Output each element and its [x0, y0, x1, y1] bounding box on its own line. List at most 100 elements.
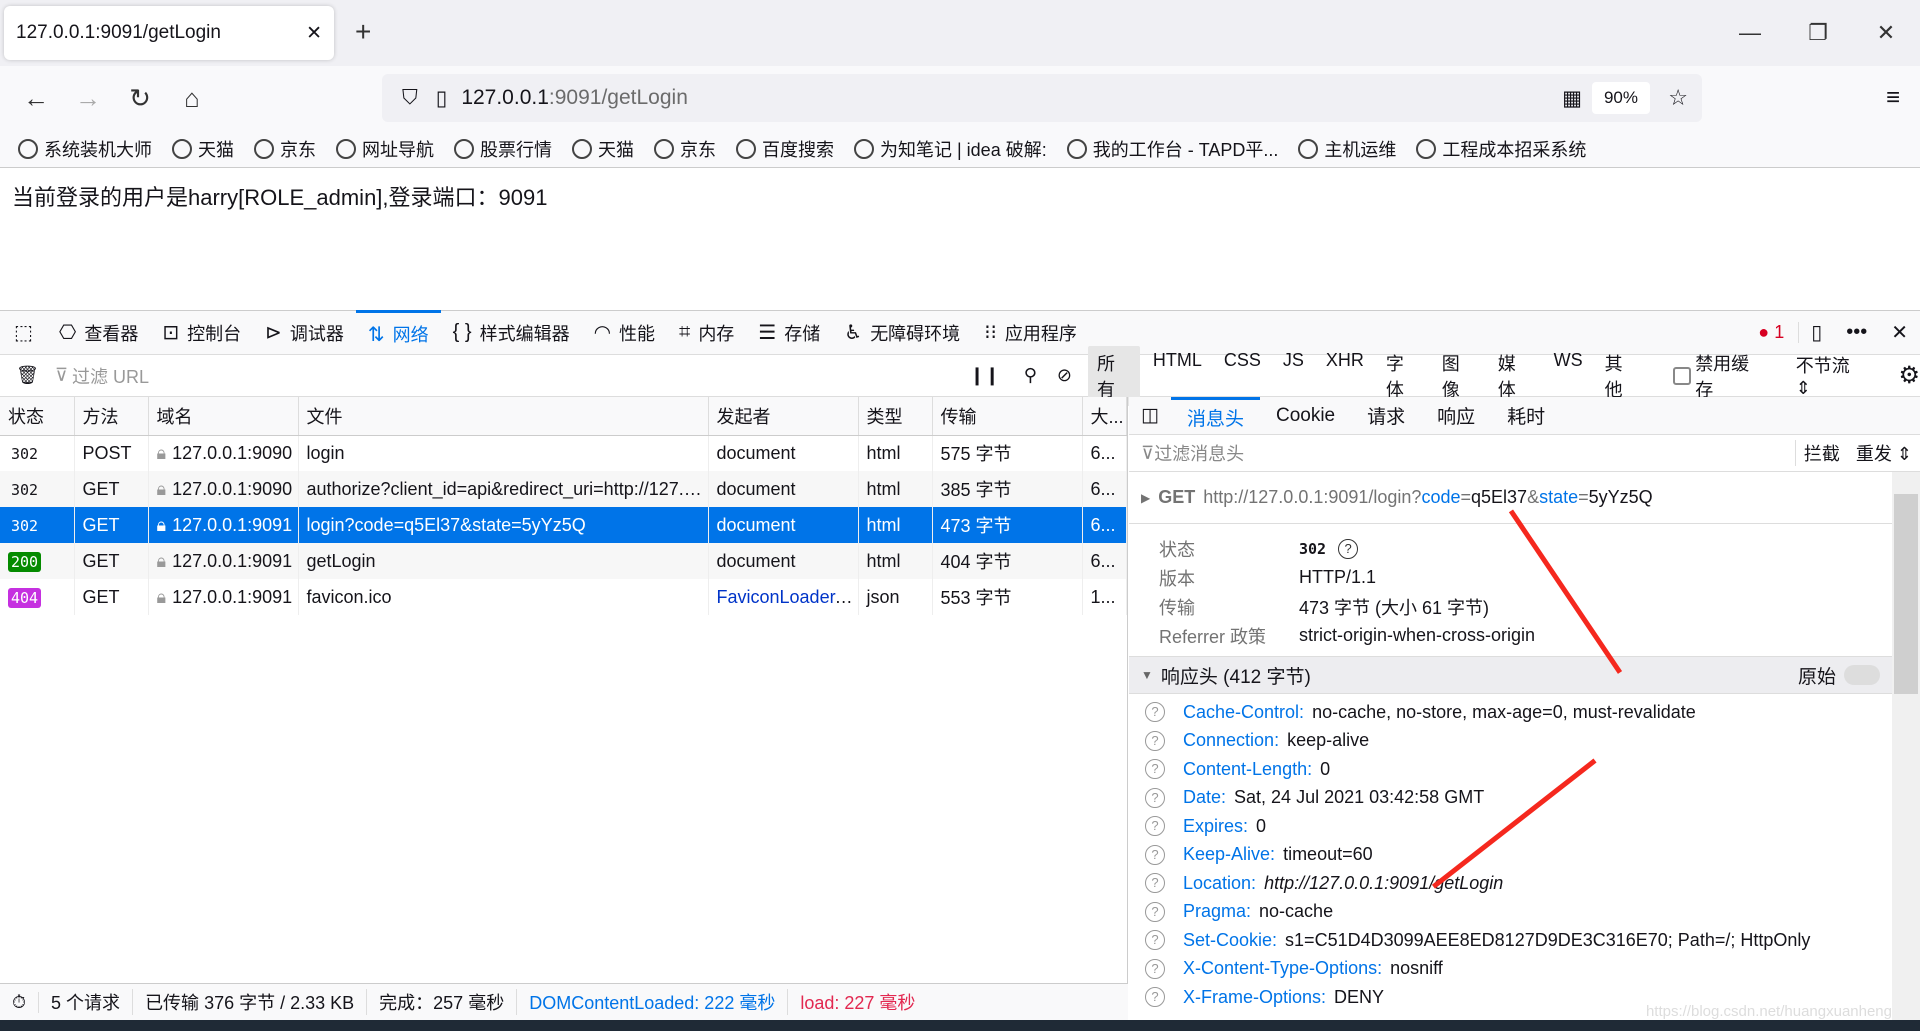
pause-icon[interactable]: ❙❙: [970, 365, 1000, 386]
column-header[interactable]: 大...: [1082, 397, 1127, 436]
menu-icon[interactable]: ≡: [1886, 84, 1900, 112]
filter-url-input[interactable]: 过滤 URL: [72, 363, 955, 389]
help-icon[interactable]: ?: [1145, 844, 1165, 865]
reload-icon[interactable]: ↻: [114, 83, 166, 114]
qr-icon[interactable]: ▦: [1562, 86, 1582, 111]
header-row[interactable]: ? Connection: keep-alive: [1129, 727, 1892, 756]
help-icon[interactable]: ?: [1145, 930, 1165, 951]
resend-button[interactable]: 重发 ⇕: [1848, 440, 1920, 466]
bookmark-item[interactable]: 京东: [254, 136, 316, 162]
url-bar[interactable]: ⛉ ▯ 127.0.0.1:9091/getLogin ▦ 90% ☆: [382, 74, 1702, 122]
column-header[interactable]: 状态: [0, 397, 75, 436]
bookmark-item[interactable]: 天猫: [572, 136, 634, 162]
bookmark-item[interactable]: 天猫: [172, 136, 234, 162]
details-tab[interactable]: 请求: [1351, 397, 1421, 435]
block-icon[interactable]: ⊘: [1057, 365, 1072, 386]
devtools-tab[interactable]: ⁝⁝ 应用程序: [972, 310, 1089, 355]
globe-icon: [1298, 138, 1319, 159]
header-row[interactable]: ? Date: Sat, 24 Jul 2021 03:42:58 GMT: [1129, 784, 1892, 813]
table-row[interactable]: 200 GET 🔒︎ 127.0.0.1:9091 getLogin document ht…: [0, 543, 1127, 579]
table-row[interactable]: 302 POST 🔒︎ 127.0.0.1:9090 login document html…: [0, 435, 1127, 471]
forward-icon[interactable]: →: [62, 83, 114, 114]
help-icon[interactable]: ?: [1145, 987, 1165, 1008]
minimize-icon[interactable]: —: [1716, 0, 1784, 66]
settings-icon[interactable]: ⚙: [1898, 361, 1920, 390]
home-icon[interactable]: ⌂: [166, 83, 218, 114]
column-header[interactable]: 传输: [932, 397, 1083, 436]
help-icon[interactable]: ?: [1145, 759, 1165, 780]
bookmark-item[interactable]: 京东: [654, 136, 716, 162]
devtools-tab[interactable]: ⊡ 控制台: [150, 310, 253, 355]
disable-cache-checkbox[interactable]: 禁用缓存: [1673, 350, 1765, 402]
header-row[interactable]: ? Location: http://127.0.0.1:9091/getLogin: [1129, 869, 1892, 898]
response-headers-section[interactable]: ▼ 响应头 (412 字节) 原始: [1129, 656, 1892, 694]
help-icon[interactable]: ?: [1145, 702, 1165, 723]
browser-tab[interactable]: 127.0.0.1:9091/getLogin ✕: [4, 6, 334, 60]
header-row[interactable]: ? Keep-Alive: timeout=60: [1129, 841, 1892, 870]
column-header[interactable]: 发起者: [708, 397, 859, 436]
new-tab-button[interactable]: +: [355, 16, 371, 48]
bookmark-item[interactable]: 工程成本招采系统: [1416, 136, 1586, 162]
restore-icon[interactable]: ❐: [1784, 0, 1852, 66]
close-devtools-icon[interactable]: ✕: [1879, 320, 1920, 345]
help-icon[interactable]: ?: [1145, 873, 1165, 894]
more-icon[interactable]: •••: [1834, 321, 1879, 344]
back-icon[interactable]: ←: [10, 83, 62, 114]
header-row[interactable]: ? Content-Length: 0: [1129, 755, 1892, 784]
details-tab[interactable]: 耗时: [1491, 397, 1561, 435]
picker-icon[interactable]: ⬚: [0, 320, 47, 345]
devtools-tab[interactable]: ◠ 性能: [582, 310, 667, 355]
cell-text[interactable]: FaviconLoader.j...: [717, 587, 858, 607]
zoom-level[interactable]: 90%: [1591, 82, 1650, 114]
raw-toggle[interactable]: [1844, 665, 1880, 685]
column-header[interactable]: 文件: [298, 397, 709, 436]
details-tab[interactable]: 消息头: [1170, 396, 1260, 435]
help-icon[interactable]: ?: [1145, 816, 1165, 837]
table-row[interactable]: 302 GET 🔒︎ 127.0.0.1:9091 login?code=q5El37&…: [0, 507, 1127, 543]
header-row[interactable]: ? Set-Cookie: s1=C51D4D3099AEE8ED8127D9DE3…: [1129, 926, 1892, 955]
trash-icon[interactable]: 🗑: [0, 365, 55, 386]
bookmark-item[interactable]: 网址导航: [336, 136, 434, 162]
help-icon[interactable]: ?: [1145, 901, 1165, 922]
column-header[interactable]: 域名: [148, 397, 299, 436]
help-icon[interactable]: ?: [1145, 787, 1165, 808]
responsive-icon[interactable]: ▯: [1799, 320, 1834, 345]
devtools-tab[interactable]: ☰ 存储: [746, 310, 832, 355]
details-tab[interactable]: 响应: [1421, 397, 1491, 435]
bookmark-item[interactable]: 百度搜索: [736, 136, 834, 162]
header-row[interactable]: ? X-Content-Type-Options: nosniff: [1129, 955, 1892, 984]
devtools-tab[interactable]: ⌗ 内存: [667, 310, 746, 355]
block-button[interactable]: 拦截: [1794, 440, 1848, 466]
bookmark-item[interactable]: 为知笔记 | idea 破解:: [854, 136, 1047, 162]
table-row[interactable]: 302 GET 🔒︎ 127.0.0.1:9090 authorize?client_i…: [0, 471, 1127, 507]
column-header[interactable]: 方法: [74, 397, 149, 436]
star-icon[interactable]: ☆: [1668, 85, 1688, 111]
header-row[interactable]: ? Pragma: no-cache: [1129, 898, 1892, 927]
bookmark-item[interactable]: 股票行情: [454, 136, 552, 162]
search-icon[interactable]: ⚲: [1024, 365, 1037, 386]
summary-value: HTTP/1.1: [1299, 567, 1377, 587]
devtools-tab[interactable]: ⊳ 调试器: [253, 310, 356, 355]
devtools-tab[interactable]: ⇅ 网络: [355, 310, 441, 355]
devtools-tab[interactable]: ⎔ 查看器: [47, 310, 150, 355]
error-count-badge[interactable]: ● 1: [1744, 322, 1800, 343]
help-icon[interactable]: ?: [1338, 538, 1359, 559]
close-tab-icon[interactable]: ✕: [306, 22, 322, 45]
request-url-line[interactable]: ▶ GET http://127.0.0.1:9091/login? code = q…: [1129, 472, 1892, 524]
devtools-tab[interactable]: ♿ 无障碍环境: [832, 310, 972, 355]
column-header[interactable]: 类型: [858, 397, 933, 436]
help-icon[interactable]: ?: [1145, 958, 1165, 979]
filter-headers-input[interactable]: 过滤消息头: [1154, 440, 1795, 466]
close-window-icon[interactable]: ✕: [1852, 0, 1920, 66]
table-row[interactable]: 404 GET 🔒︎ 127.0.0.1:9091 favicon.ico Favicon…: [0, 579, 1127, 615]
scrollbar[interactable]: [1892, 472, 1920, 1020]
details-tab[interactable]: Cookie: [1260, 397, 1351, 435]
bookmark-item[interactable]: 系统装机大师: [18, 136, 152, 162]
bookmark-item[interactable]: 我的工作台 - TAPD平...: [1066, 136, 1278, 162]
devtools-tab[interactable]: { } 样式编辑器: [441, 310, 582, 355]
help-icon[interactable]: ?: [1145, 730, 1165, 751]
toggle-sidebar-icon[interactable]: ◫: [1129, 404, 1171, 427]
throttle-select[interactable]: 不节流 ⇕: [1796, 352, 1869, 399]
header-row[interactable]: ? Cache-Control: no-cache, no-store, max-a…: [1129, 698, 1892, 727]
bookmark-item[interactable]: 主机运维: [1298, 136, 1396, 162]
